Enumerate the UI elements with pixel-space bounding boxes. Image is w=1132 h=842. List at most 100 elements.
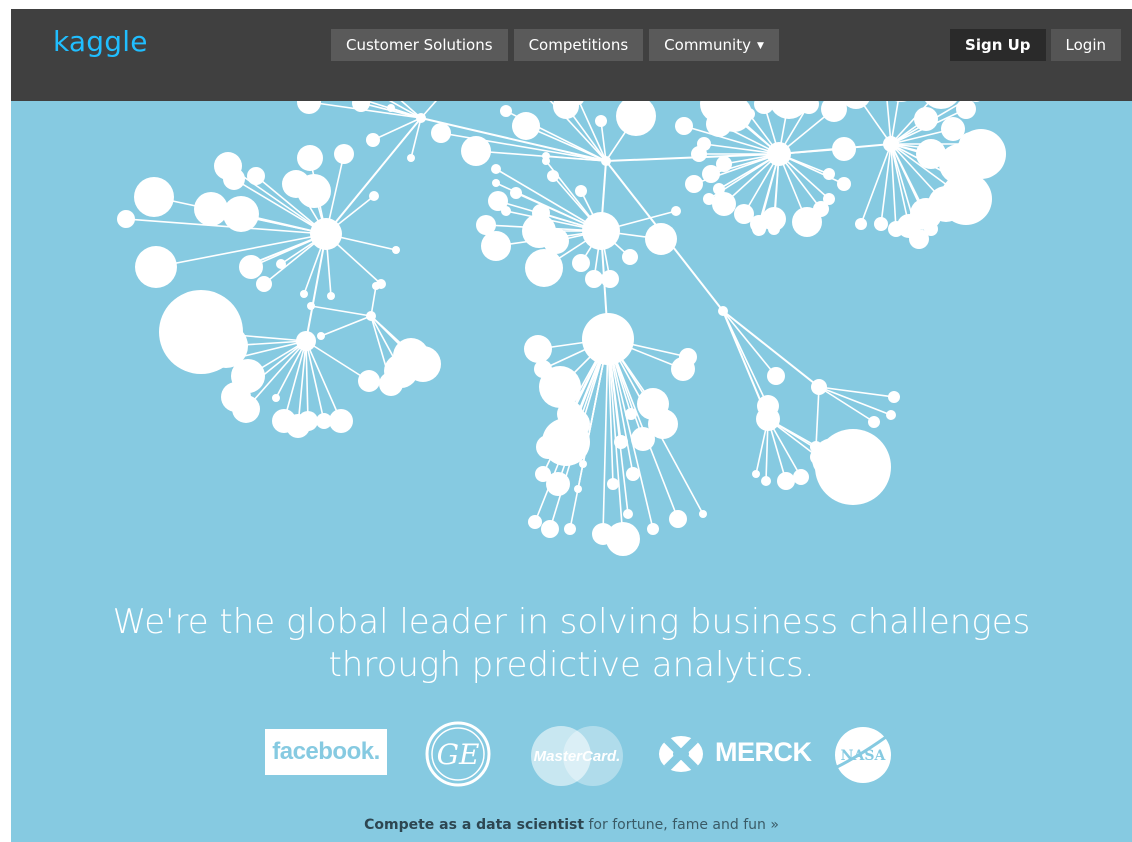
- network-node: [768, 223, 780, 235]
- facebook-logo: facebook.: [265, 729, 387, 775]
- network-node: [703, 193, 715, 205]
- network-node: [541, 520, 559, 538]
- network-edge: [815, 386, 820, 448]
- network-node: [757, 395, 779, 417]
- network-node: [623, 509, 633, 519]
- network-node: [697, 137, 711, 151]
- network-node: [777, 472, 795, 490]
- network-node: [407, 154, 415, 162]
- network-node: [855, 218, 867, 230]
- network-node: [924, 222, 938, 236]
- network-node: [956, 129, 1006, 179]
- auth-buttons: Sign Up Login: [950, 29, 1121, 61]
- network-node: [601, 270, 619, 288]
- cta-bold: Compete as a data scientist: [364, 817, 585, 833]
- merck-logo: MERCK: [715, 737, 812, 767]
- network-node: [622, 249, 638, 265]
- network-node: [512, 112, 540, 140]
- network-node: [297, 101, 321, 114]
- network-edge: [372, 117, 422, 141]
- network-node: [626, 467, 640, 481]
- network-node: [194, 192, 228, 226]
- network-node: [300, 290, 308, 298]
- network-node: [239, 255, 263, 279]
- network-node: [823, 193, 835, 205]
- network-node: [327, 292, 335, 300]
- nav-community[interactable]: Community ▼: [649, 29, 779, 61]
- network-node: [532, 204, 550, 222]
- network-node: [793, 469, 809, 485]
- network-node: [685, 175, 703, 193]
- network-node: [135, 246, 177, 288]
- network-node: [616, 101, 656, 136]
- network-node: [575, 185, 587, 197]
- network-node: [405, 346, 441, 382]
- network-node: [886, 410, 896, 420]
- network-node: [874, 217, 888, 231]
- signup-button[interactable]: Sign Up: [950, 29, 1046, 61]
- network-node: [888, 221, 904, 237]
- nav-label: Competitions: [528, 36, 629, 54]
- network-node: [625, 408, 637, 420]
- network-node: [560, 409, 590, 439]
- network-node: [298, 411, 318, 431]
- network-node: [134, 177, 174, 217]
- network-edge: [305, 340, 309, 422]
- network-node: [572, 254, 590, 272]
- network-node: [500, 105, 512, 117]
- network-node: [232, 395, 260, 423]
- network-node: [614, 435, 628, 449]
- network-node: [272, 394, 280, 402]
- network-node: [671, 206, 681, 216]
- network-node: [492, 179, 500, 187]
- network-node: [595, 115, 607, 127]
- network-node: [713, 183, 725, 195]
- ge-logo-text: GE: [437, 738, 480, 771]
- network-node: [481, 231, 511, 261]
- network-node: [702, 165, 720, 183]
- network-node: [329, 409, 353, 433]
- network-node: [699, 510, 707, 518]
- chevron-down-icon: ▼: [757, 41, 764, 51]
- network-node: [811, 379, 827, 395]
- network-node: [392, 246, 400, 254]
- network-node: [317, 332, 325, 340]
- network-node: [372, 282, 380, 290]
- network-node: [223, 168, 245, 190]
- tagline-line-2: through predictive analytics.: [328, 645, 815, 685]
- kaggle-logo[interactable]: kaggle: [53, 25, 148, 58]
- page-frame: kaggle Customer Solutions Competitions C…: [11, 9, 1132, 842]
- network-node: [821, 101, 847, 122]
- network-node: [525, 249, 563, 287]
- network-node: [832, 137, 856, 161]
- network-node: [528, 515, 542, 529]
- network-node: [524, 335, 552, 363]
- compete-link[interactable]: Compete as a data scientist for fortune,…: [364, 817, 779, 833]
- nav-competitions[interactable]: Competitions: [513, 29, 644, 61]
- cta-rest: for fortune, fame and fun »: [584, 817, 779, 833]
- network-node: [366, 133, 380, 147]
- login-button[interactable]: Login: [1050, 29, 1121, 61]
- customer-logos: facebook. GE MasterCard. MERCK NASA: [265, 721, 905, 791]
- network-node: [752, 470, 760, 478]
- network-node: [431, 123, 451, 143]
- network-edge: [305, 340, 325, 422]
- network-node: [579, 460, 587, 468]
- network-node: [582, 212, 620, 250]
- nav-label: Customer Solutions: [346, 36, 493, 54]
- network-node: [543, 228, 569, 254]
- network-node: [743, 108, 755, 120]
- network-node: [223, 196, 259, 232]
- network-edge: [305, 233, 327, 342]
- network-node: [296, 331, 316, 351]
- tagline-line-1: We're the global leader in solving busin…: [112, 602, 1031, 642]
- nav-customer-solutions[interactable]: Customer Solutions: [331, 29, 508, 61]
- network-node: [888, 391, 900, 403]
- network-node: [117, 210, 135, 228]
- network-node: [761, 476, 771, 486]
- network-node: [510, 187, 522, 199]
- network-node: [631, 427, 655, 451]
- network-node: [574, 485, 582, 493]
- network-node: [539, 366, 581, 408]
- network-node: [369, 191, 379, 201]
